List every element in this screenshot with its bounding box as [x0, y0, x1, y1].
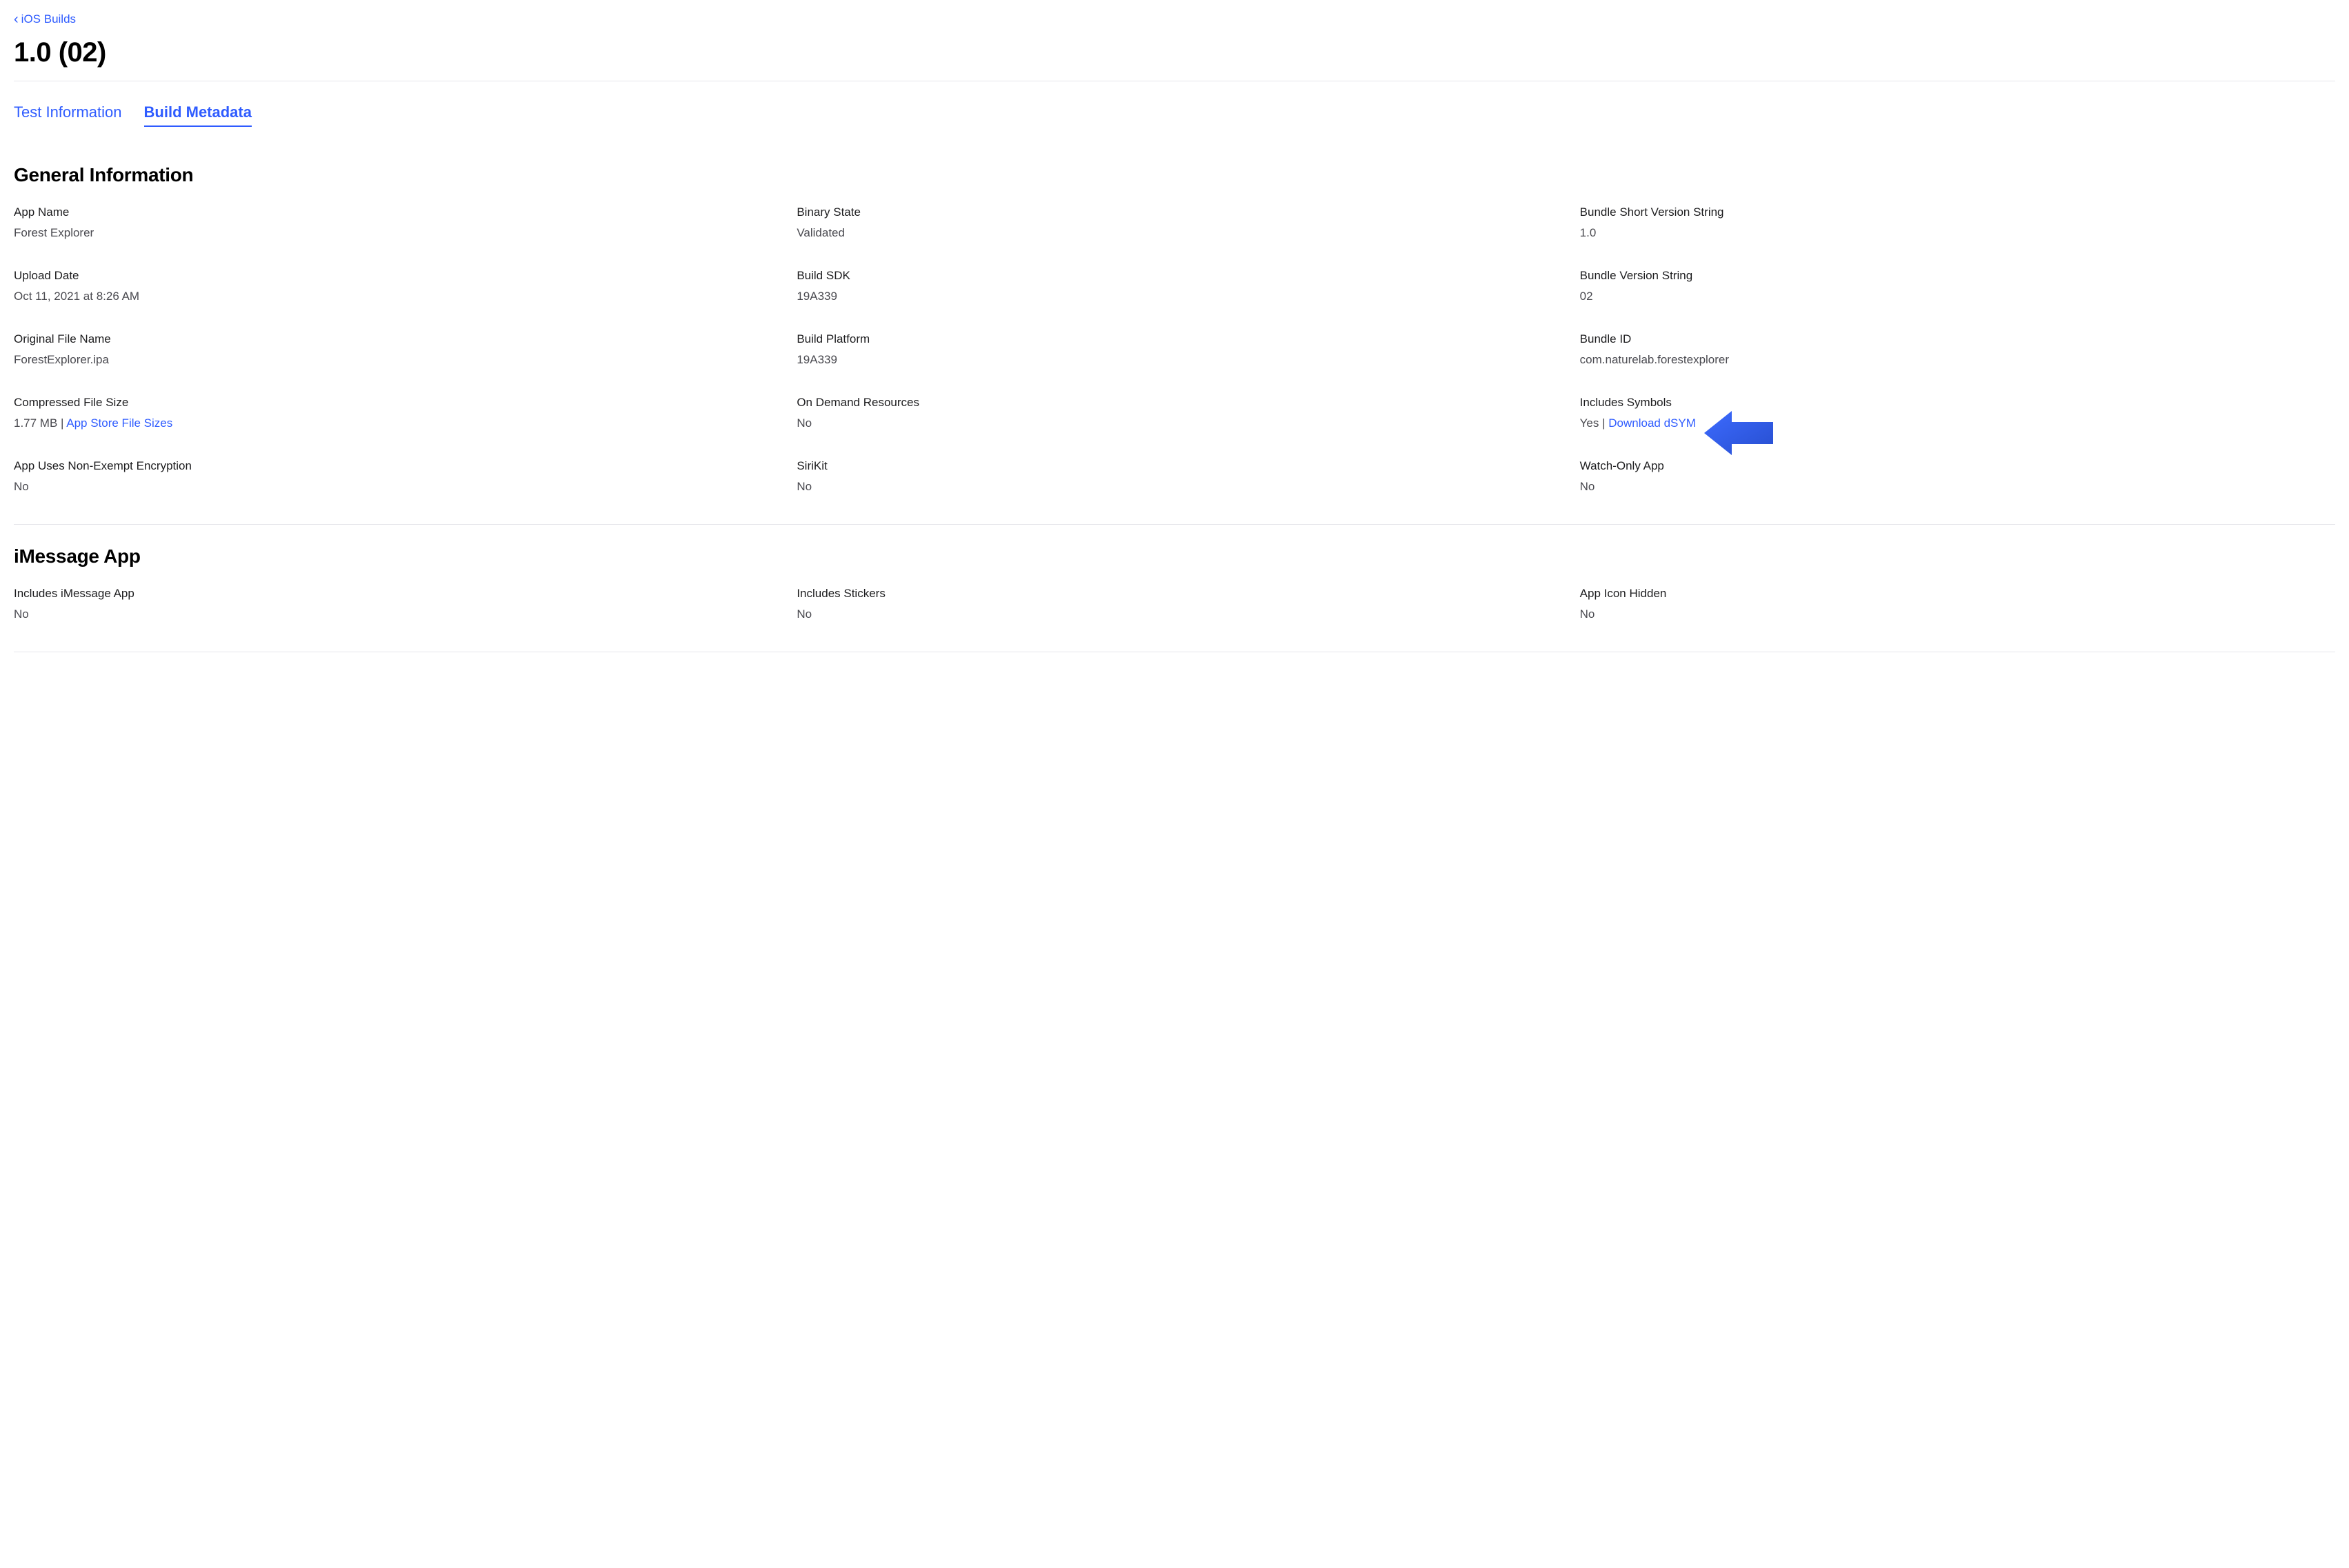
field-on-demand-resources: On Demand Resources No — [797, 396, 1552, 430]
field-binary-state: Binary State Validated — [797, 205, 1552, 240]
compressed-size-value: 1.77 MB | — [14, 416, 66, 430]
field-label: Build Platform — [797, 332, 1552, 346]
field-value: No — [14, 480, 769, 494]
field-includes-imessage-app: Includes iMessage App No — [14, 587, 769, 621]
divider — [14, 524, 2335, 525]
symbols-value: Yes | — [1580, 416, 1609, 430]
field-upload-date: Upload Date Oct 11, 2021 at 8:26 AM — [14, 269, 769, 303]
chevron-left-icon: ‹ — [14, 12, 19, 26]
field-non-exempt-encryption: App Uses Non-Exempt Encryption No — [14, 459, 769, 494]
field-original-file-name: Original File Name ForestExplorer.ipa — [14, 332, 769, 367]
field-label: Original File Name — [14, 332, 769, 346]
section-title-imessage: iMessage App — [14, 545, 2335, 567]
field-bundle-short-version: Bundle Short Version String 1.0 — [1580, 205, 2335, 240]
field-build-sdk: Build SDK 19A339 — [797, 269, 1552, 303]
field-bundle-id: Bundle ID com.naturelab.forestexplorer — [1580, 332, 2335, 367]
field-watch-only-app: Watch-Only App No — [1580, 459, 2335, 494]
field-label: Includes Stickers — [797, 587, 1552, 601]
field-value: Validated — [797, 226, 1552, 240]
tab-test-information[interactable]: Test Information — [14, 103, 122, 127]
field-value: No — [1580, 480, 2335, 494]
field-app-icon-hidden: App Icon Hidden No — [1580, 587, 2335, 621]
tabs: Test Information Build Metadata — [14, 81, 2335, 143]
field-includes-symbols: Includes Symbols Yes | Download dSYM — [1580, 396, 2335, 430]
field-label: Bundle Short Version String — [1580, 205, 2335, 219]
field-compressed-file-size: Compressed File Size 1.77 MB | App Store… — [14, 396, 769, 430]
field-label: Upload Date — [14, 269, 769, 283]
page-title: 1.0 (02) — [14, 37, 2335, 68]
field-value: ForestExplorer.ipa — [14, 353, 769, 367]
field-sirikit: SiriKit No — [797, 459, 1552, 494]
imessage-grid: Includes iMessage App No Includes Sticke… — [14, 587, 2335, 621]
field-label: Includes iMessage App — [14, 587, 769, 601]
field-label: Bundle ID — [1580, 332, 2335, 346]
field-value: No — [797, 480, 1552, 494]
field-label: SiriKit — [797, 459, 1552, 473]
field-value: No — [797, 607, 1552, 621]
field-build-platform: Build Platform 19A339 — [797, 332, 1552, 367]
field-value: No — [14, 607, 769, 621]
field-value: No — [1580, 607, 2335, 621]
field-value: No — [797, 416, 1552, 430]
field-label: Includes Symbols — [1580, 396, 2335, 410]
field-label: Compressed File Size — [14, 396, 769, 410]
field-includes-stickers: Includes Stickers No — [797, 587, 1552, 621]
field-value: Forest Explorer — [14, 226, 769, 240]
field-value: 19A339 — [797, 290, 1552, 303]
field-label: Binary State — [797, 205, 1552, 219]
field-label: Bundle Version String — [1580, 269, 2335, 283]
field-value: 1.0 — [1580, 226, 2335, 240]
field-value: Yes | Download dSYM — [1580, 416, 2335, 430]
field-value: com.naturelab.forestexplorer — [1580, 353, 2335, 367]
app-store-file-sizes-link[interactable]: App Store File Sizes — [66, 416, 172, 430]
download-dsym-link[interactable]: Download dSYM — [1608, 416, 1696, 430]
tab-build-metadata[interactable]: Build Metadata — [144, 103, 252, 127]
field-bundle-version: Bundle Version String 02 — [1580, 269, 2335, 303]
field-label: App Name — [14, 205, 769, 219]
section-title-general: General Information — [14, 164, 2335, 186]
field-value: 1.77 MB | App Store File Sizes — [14, 416, 769, 430]
back-label: iOS Builds — [21, 12, 76, 26]
field-value: 19A339 — [797, 353, 1552, 367]
general-grid: App Name Forest Explorer Binary State Va… — [14, 205, 2335, 494]
field-label: Watch-Only App — [1580, 459, 2335, 473]
field-app-name: App Name Forest Explorer — [14, 205, 769, 240]
callout-arrow-icon — [1704, 408, 1773, 458]
field-label: App Icon Hidden — [1580, 587, 2335, 601]
field-label: Build SDK — [797, 269, 1552, 283]
back-link[interactable]: ‹ iOS Builds — [14, 0, 76, 33]
field-value: Oct 11, 2021 at 8:26 AM — [14, 290, 769, 303]
field-value: 02 — [1580, 290, 2335, 303]
field-label: On Demand Resources — [797, 396, 1552, 410]
field-label: App Uses Non-Exempt Encryption — [14, 459, 769, 473]
